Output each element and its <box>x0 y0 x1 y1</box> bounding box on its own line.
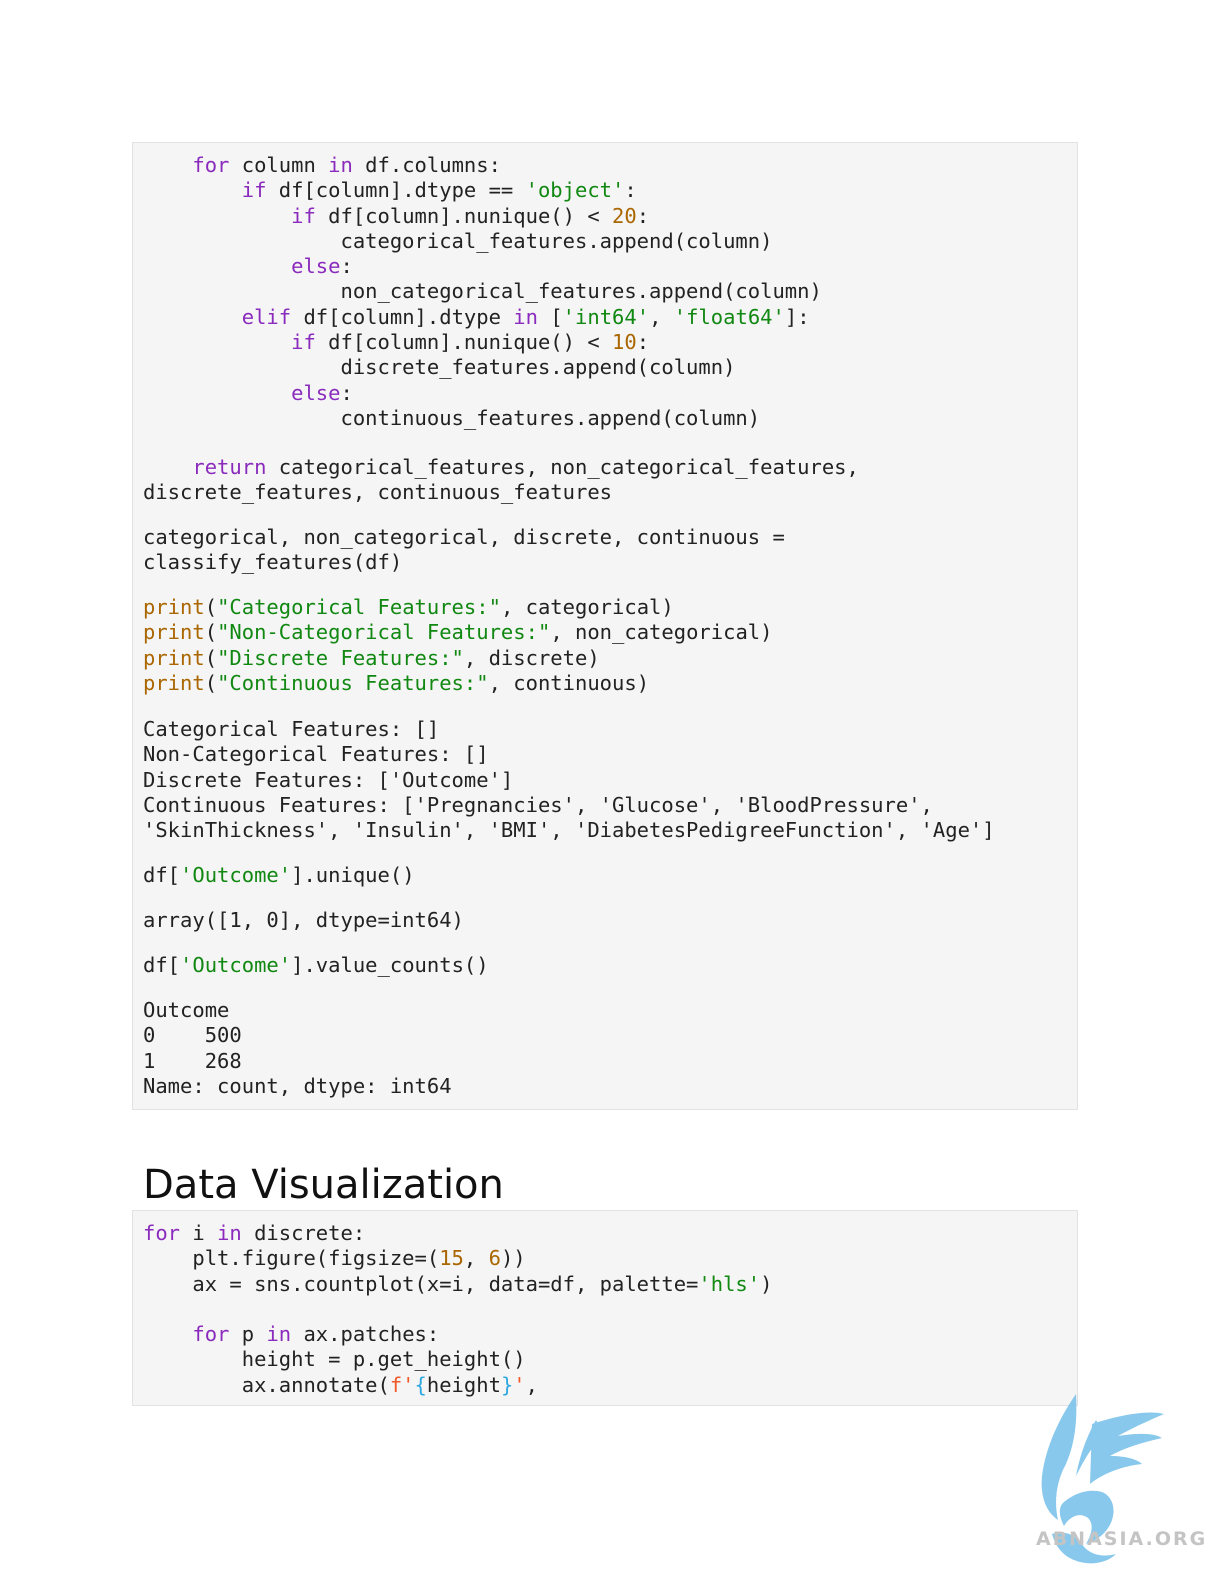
section-heading: Data Visualization <box>143 1162 504 1208</box>
features-output: Categorical Features: [] Non-Categorical… <box>143 717 995 843</box>
return-statement-code: return categorical_features, non_categor… <box>143 455 859 505</box>
unique-output: array([1, 0], dtype=int64) <box>143 908 464 932</box>
print-statements-code: print("Categorical Features:", categoric… <box>143 595 773 695</box>
watermark-text: ABNASIA.ORG <box>1036 1528 1208 1550</box>
value-counts-output: Outcome 0 500 1 268 Name: count, dtype: … <box>143 998 452 1098</box>
feature-loop-code: for column in df.columns: if df[column].… <box>143 153 822 430</box>
unique-call-code: df['Outcome'].unique() <box>143 863 415 887</box>
classify-call-code: categorical, non_categorical, discrete, … <box>143 525 785 575</box>
value-counts-call-code: df['Outcome'].value_counts() <box>143 953 489 977</box>
visualization-code: for i in discrete: plt.figure(figsize=(1… <box>143 1221 773 1397</box>
code-cell-2: for i in discrete: plt.figure(figsize=(1… <box>132 1210 1078 1406</box>
code-cell-1: for column in df.columns: if df[column].… <box>132 142 1078 1110</box>
